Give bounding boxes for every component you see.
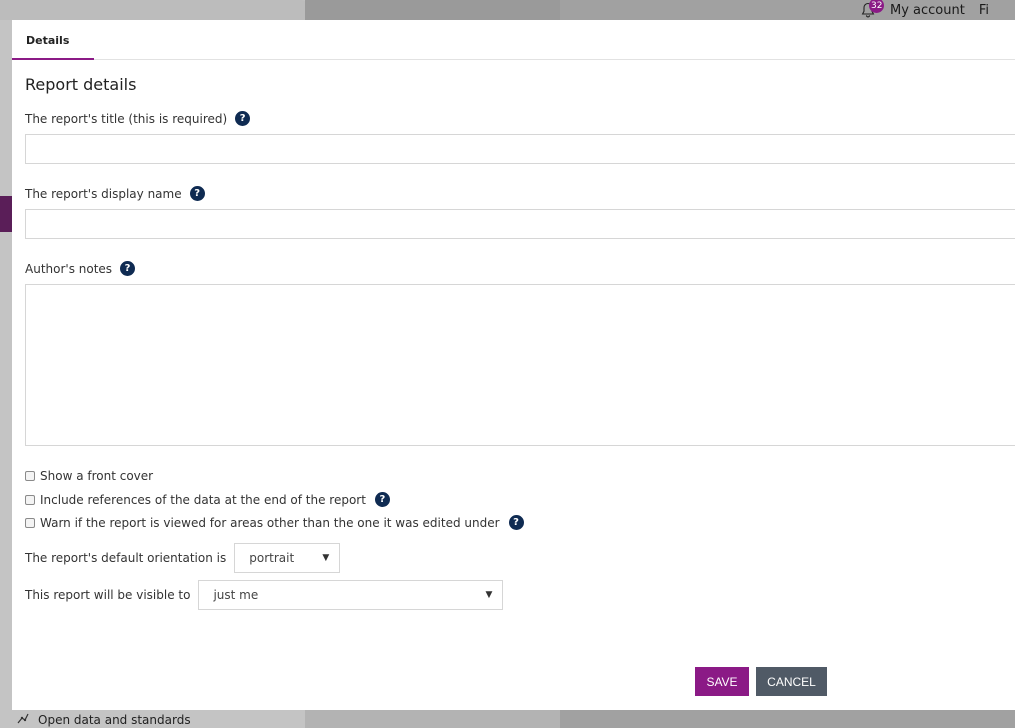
sidebar-item-label: Open data and standards <box>38 712 191 727</box>
authors-notes-label: Author's notes ? <box>25 261 136 276</box>
authors-notes-textarea[interactable] <box>25 284 1015 446</box>
tab-label: Details <box>26 34 70 47</box>
my-account-link[interactable]: My account <box>890 3 965 18</box>
authors-notes-label-text: Author's notes <box>25 261 113 276</box>
help-icon[interactable]: ? <box>189 186 205 201</box>
orientation-select[interactable]: portrait ▼ <box>234 543 341 573</box>
help-icon[interactable]: ? <box>235 111 251 126</box>
area-warning-label: Warn if the report is viewed for areas o… <box>40 515 500 530</box>
notification-bell-icon[interactable]: 32 <box>860 0 885 18</box>
area-warning-option[interactable]: Warn if the report is viewed for areas o… <box>25 515 524 530</box>
open-data-icon <box>16 711 30 728</box>
visibility-row: This report will be visible to just me ▼ <box>25 580 504 610</box>
visibility-select[interactable]: just me ▼ <box>198 580 504 610</box>
notification-count-badge: 32 <box>869 0 885 13</box>
background-sidebar-active-marker <box>0 196 12 232</box>
front-cover-label: Show a front cover <box>40 469 154 483</box>
orientation-label: The report's default orientation is <box>25 551 227 565</box>
front-cover-option[interactable]: Show a front cover <box>25 469 153 483</box>
area-warning-checkbox[interactable] <box>25 517 35 528</box>
report-title-label: The report's title (this is required) ? <box>25 111 251 126</box>
visibility-label: This report will be visible to <box>25 588 191 602</box>
display-name-label-text: The report's display name <box>25 186 182 201</box>
help-icon[interactable]: ? <box>508 515 524 530</box>
dropdown-caret-icon: ▼ <box>485 590 493 600</box>
display-name-input[interactable] <box>25 209 1015 239</box>
orientation-row: The report's default orientation is port… <box>25 543 341 573</box>
tab-details[interactable]: Details <box>12 20 83 60</box>
section-title: Report details <box>25 75 137 94</box>
data-references-label: Include references of the data at the en… <box>40 492 366 507</box>
help-icon[interactable]: ? <box>374 492 390 507</box>
data-references-checkbox[interactable] <box>25 494 35 505</box>
background-sidebar-header <box>0 0 315 20</box>
active-tab-indicator <box>12 58 94 60</box>
dropdown-caret-icon: ▼ <box>322 553 330 563</box>
front-cover-checkbox[interactable] <box>25 471 35 481</box>
orientation-selected-value: portrait <box>249 551 295 565</box>
background-header-right: 32 My account Fi <box>860 0 989 20</box>
data-references-option[interactable]: Include references of the data at the en… <box>25 492 390 507</box>
report-title-label-text: The report's title (this is required) <box>25 111 228 126</box>
header-truncated-link[interactable]: Fi <box>979 3 989 18</box>
display-name-label: The report's display name ? <box>25 186 205 201</box>
help-icon[interactable]: ? <box>120 261 136 276</box>
save-button[interactable]: SAVE <box>695 667 749 696</box>
report-title-input[interactable] <box>25 134 1015 164</box>
background-content-footer <box>305 710 560 728</box>
sidebar-item-open-data[interactable]: Open data and standards <box>16 711 191 728</box>
visibility-selected-value: just me <box>213 588 259 602</box>
cancel-button[interactable]: CANCEL <box>756 667 827 696</box>
report-details-modal: Details Report details The report's titl… <box>12 20 1015 710</box>
modal-tab-bar: Details <box>12 20 1015 60</box>
